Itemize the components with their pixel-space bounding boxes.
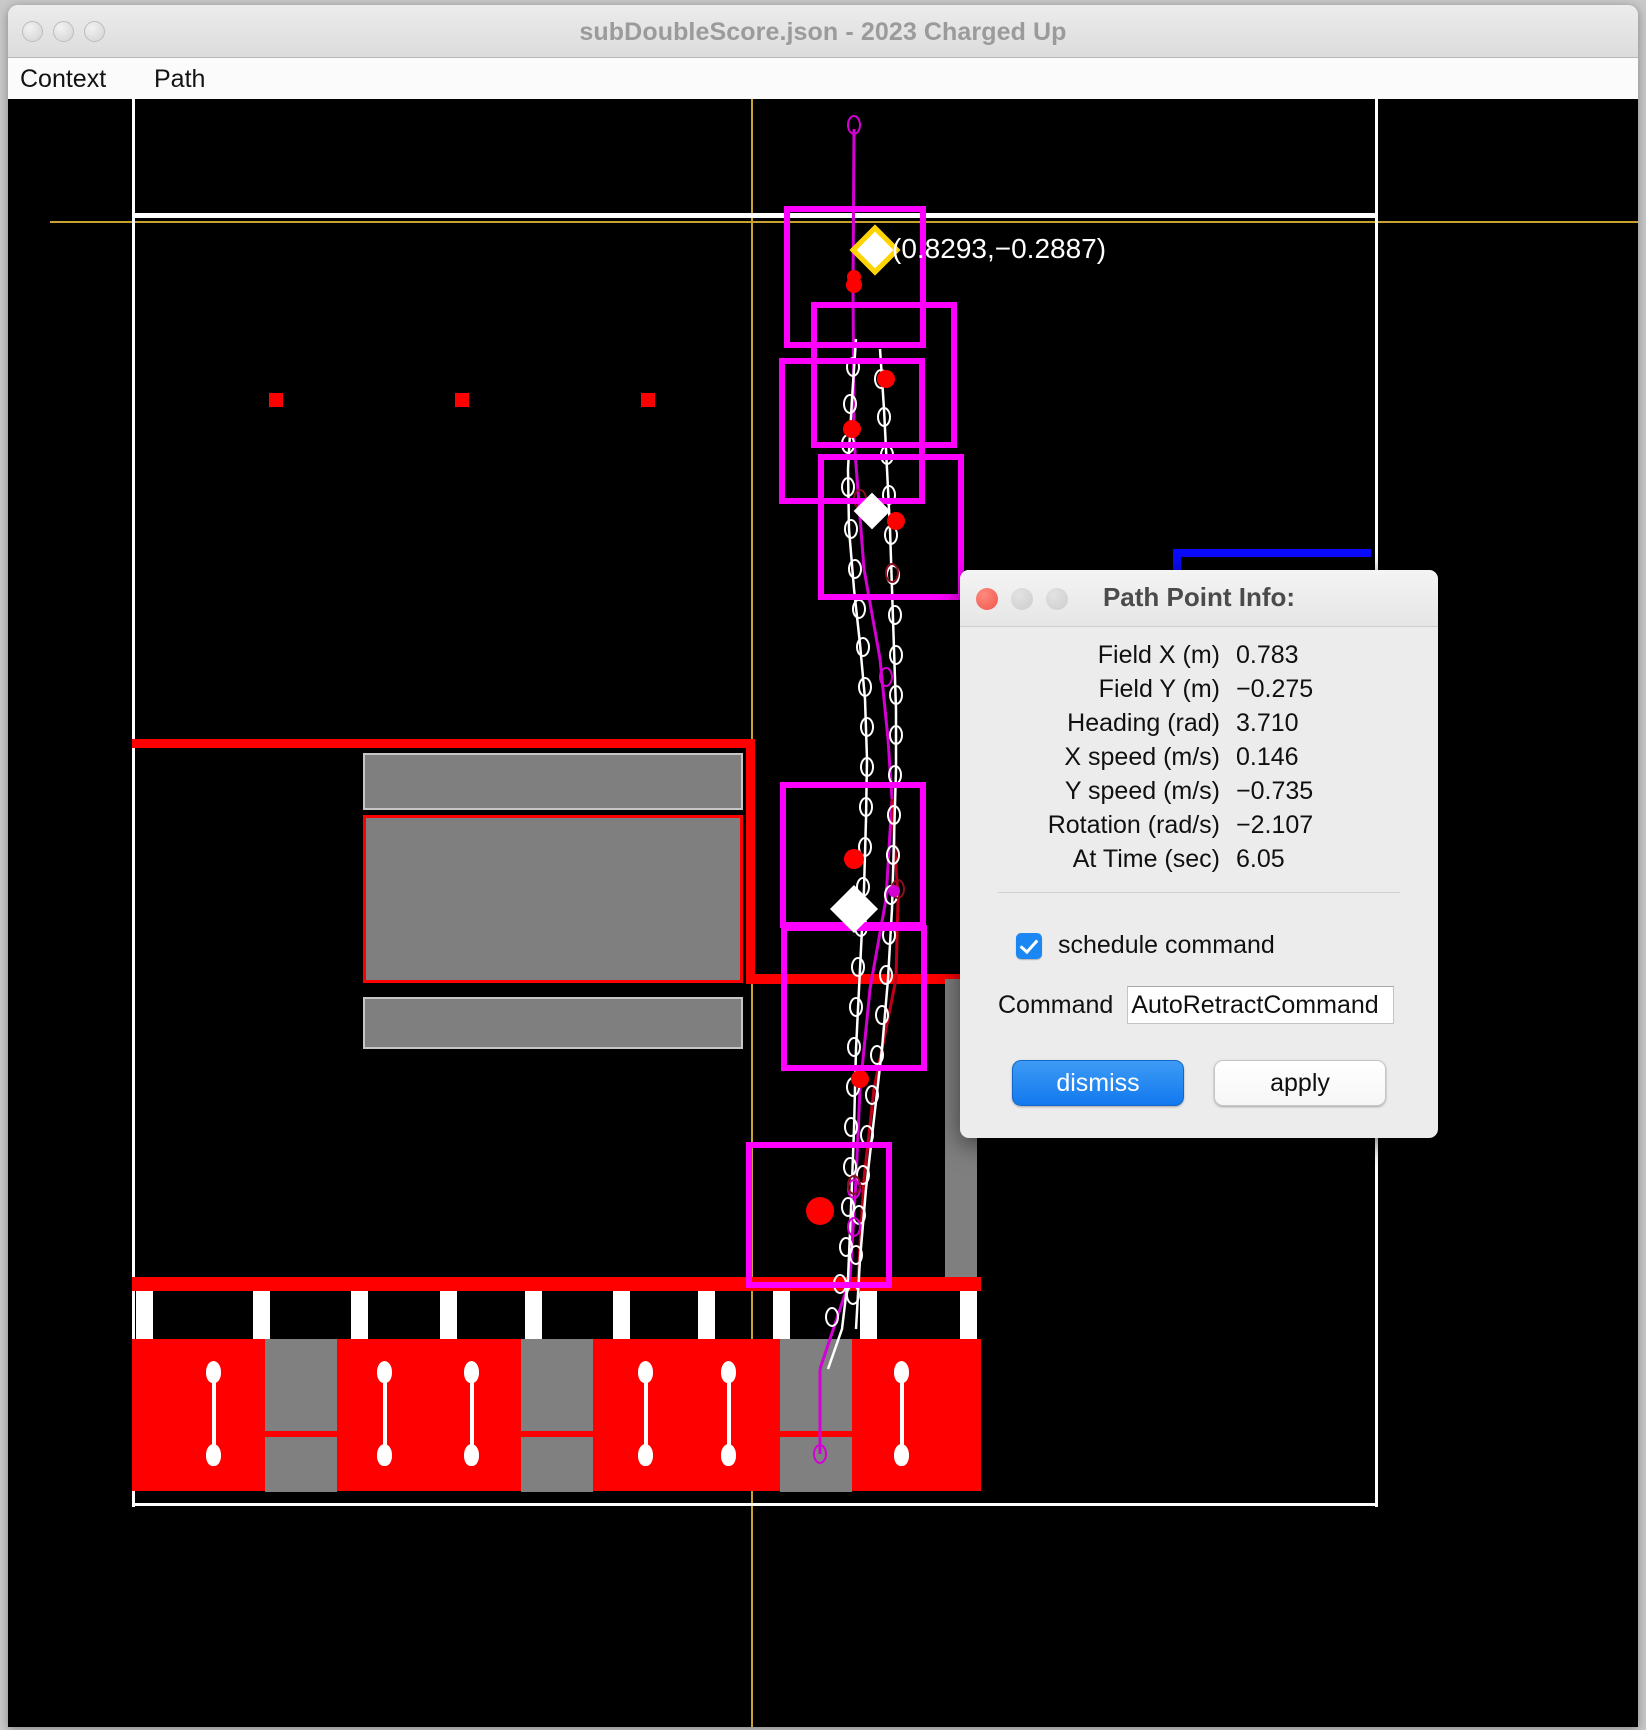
info-value-at-time: 6.05: [1236, 845, 1285, 873]
window-title: subDoubleScore.json - 2023 Charged Up: [579, 18, 1067, 46]
schedule-command-row[interactable]: schedule command: [1016, 931, 1438, 960]
dialog-separator: [998, 892, 1400, 893]
dismiss-button[interactable]: dismiss: [1012, 1060, 1184, 1106]
schedule-command-label: schedule command: [1058, 931, 1275, 959]
info-label-field-y: Field Y (m): [1098, 675, 1220, 703]
info-row: Heading (rad) 3.710: [960, 709, 1438, 738]
command-label: Command: [998, 990, 1114, 1019]
info-label-heading: Heading (rad): [1067, 709, 1220, 737]
info-value-field-y: −0.275: [1236, 675, 1314, 703]
command-input[interactable]: AutoRetractCommand: [1127, 986, 1395, 1024]
dialog-body: Field X (m) 0.783 Field Y (m) −0.275 Hea…: [960, 627, 1438, 1106]
info-row: Field Y (m) −0.275: [960, 675, 1438, 704]
info-label-rotation: Rotation (rad/s): [1047, 811, 1220, 839]
info-value-y-speed: −0.735: [1236, 777, 1314, 805]
app-root: subDoubleScore.json - 2023 Charged Up Co…: [0, 0, 1646, 1730]
command-row: Command AutoRetractCommand: [998, 986, 1438, 1024]
info-value-heading: 3.710: [1236, 709, 1299, 737]
info-value-x-speed: 0.146: [1236, 743, 1299, 771]
menu-item-path[interactable]: Path: [154, 65, 205, 94]
dialog-title: Path Point Info:: [1102, 582, 1296, 612]
info-label-x-speed: X speed (m/s): [1064, 743, 1220, 771]
schedule-command-checkbox[interactable]: [1016, 932, 1042, 959]
info-label-at-time: At Time (sec): [1072, 845, 1220, 873]
info-value-rotation: −2.107: [1236, 811, 1314, 839]
info-row: Y speed (m/s) −0.735: [960, 777, 1438, 806]
robot-pose-box[interactable]: [746, 1142, 892, 1288]
coordinate-readout: (0.8293,−0.2887): [892, 233, 1107, 264]
info-row: Rotation (rad/s) −2.107: [960, 811, 1438, 840]
window-titlebar: subDoubleScore.json - 2023 Charged Up: [8, 5, 1638, 58]
info-row: At Time (sec) 6.05: [960, 845, 1438, 874]
robot-pose-box[interactable]: [781, 925, 927, 1071]
menubar: Context Path: [8, 58, 1638, 100]
menu-item-context[interactable]: Context: [20, 65, 106, 94]
info-row: Field X (m) 0.783: [960, 641, 1438, 670]
info-label-field-x: Field X (m): [1097, 641, 1220, 669]
apply-button[interactable]: apply: [1214, 1060, 1386, 1106]
robot-pose-box[interactable]: [818, 454, 964, 600]
info-row: X speed (m/s) 0.146: [960, 743, 1438, 772]
info-label-y-speed: Y speed (m/s): [1064, 777, 1220, 805]
path-point-info-dialog[interactable]: Path Point Info: Field X (m) 0.783 Field…: [960, 570, 1438, 1138]
info-value-field-x: 0.783: [1236, 641, 1299, 669]
dialog-button-row: dismiss apply: [960, 1060, 1438, 1106]
dialog-titlebar: Path Point Info:: [960, 570, 1438, 627]
